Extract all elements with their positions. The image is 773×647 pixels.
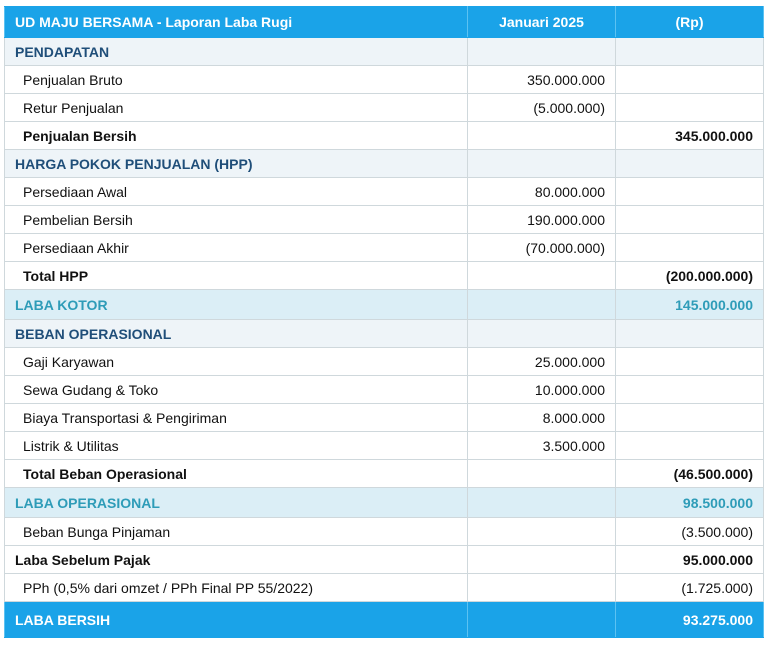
row-label[interactable]: Biaya Transportasi & Pengiriman (4, 403, 468, 432)
table-row: Persediaan Awal 80.000.000 (4, 177, 764, 206)
table-row: Total HPP (200.000.000) (4, 261, 764, 290)
row-label[interactable]: Persediaan Awal (4, 177, 468, 206)
row-label[interactable]: Persediaan Akhir (4, 233, 468, 262)
table-row: Sewa Gudang & Toko 10.000.000 (4, 375, 764, 404)
row-total[interactable]: 345.000.000 (615, 121, 764, 150)
row-total[interactable]: 98.500.000 (615, 487, 764, 518)
row-detail[interactable] (467, 261, 616, 290)
row-label[interactable]: Listrik & Utilitas (4, 431, 468, 460)
table-row: PENDAPATAN (4, 37, 764, 66)
table-row: Biaya Transportasi & Pengiriman 8.000.00… (4, 403, 764, 432)
row-total[interactable]: 145.000.000 (615, 289, 764, 320)
table-row: Laba Sebelum Pajak 95.000.000 (4, 545, 764, 574)
row-total[interactable] (615, 149, 764, 178)
row-total[interactable] (615, 431, 764, 460)
row-label[interactable]: BEBAN OPERASIONAL (4, 319, 468, 348)
row-label[interactable]: Gaji Karyawan (4, 347, 468, 376)
row-detail[interactable]: (5.000.000) (467, 93, 616, 122)
row-label[interactable]: Penjualan Bersih (4, 121, 468, 150)
row-total[interactable]: (46.500.000) (615, 459, 764, 488)
table-row: Retur Penjualan (5.000.000) (4, 93, 764, 122)
row-detail[interactable]: 25.000.000 (467, 347, 616, 376)
row-total[interactable]: (1.725.000) (615, 573, 764, 602)
row-detail[interactable] (467, 289, 616, 320)
row-label[interactable]: Beban Bunga Pinjaman (4, 517, 468, 546)
row-detail[interactable] (467, 37, 616, 66)
row-detail[interactable] (467, 601, 616, 638)
row-label[interactable]: LABA OPERASIONAL (4, 487, 468, 518)
row-detail[interactable]: (70.000.000) (467, 233, 616, 262)
row-label[interactable]: Retur Penjualan (4, 93, 468, 122)
row-detail[interactable]: 80.000.000 (467, 177, 616, 206)
row-total[interactable] (615, 37, 764, 66)
row-label[interactable]: LABA BERSIH (4, 601, 468, 638)
period-header[interactable]: Januari 2025 (467, 6, 616, 38)
row-total[interactable] (615, 347, 764, 376)
table-row: Pembelian Bersih 190.000.000 (4, 205, 764, 234)
row-label[interactable]: Pembelian Bersih (4, 205, 468, 234)
table-row: LABA KOTOR 145.000.000 (4, 289, 764, 320)
row-total[interactable] (615, 319, 764, 348)
row-total[interactable]: (3.500.000) (615, 517, 764, 546)
row-label[interactable]: PENDAPATAN (4, 37, 468, 66)
row-detail[interactable]: 8.000.000 (467, 403, 616, 432)
row-label[interactable]: Total HPP (4, 261, 468, 290)
table-row: PPh (0,5% dari omzet / PPh Final PP 55/2… (4, 573, 764, 602)
row-detail[interactable] (467, 545, 616, 574)
row-detail[interactable] (467, 459, 616, 488)
row-label[interactable]: Sewa Gudang & Toko (4, 375, 468, 404)
row-label[interactable]: Total Beban Operasional (4, 459, 468, 488)
row-total[interactable]: (200.000.000) (615, 261, 764, 290)
row-detail[interactable] (467, 487, 616, 518)
report-title[interactable]: UD MAJU BERSAMA - Laporan Laba Rugi (4, 6, 468, 38)
row-total[interactable]: 95.000.000 (615, 545, 764, 574)
row-detail[interactable] (467, 121, 616, 150)
row-total[interactable] (615, 375, 764, 404)
row-detail[interactable] (467, 149, 616, 178)
row-total[interactable] (615, 233, 764, 262)
row-label[interactable]: Laba Sebelum Pajak (4, 545, 468, 574)
row-detail[interactable] (467, 517, 616, 546)
table-row: Gaji Karyawan 25.000.000 (4, 347, 764, 376)
table-row: Total Beban Operasional (46.500.000) (4, 459, 764, 488)
row-label[interactable]: HARGA POKOK PENJUALAN (HPP) (4, 149, 468, 178)
row-detail[interactable]: 350.000.000 (467, 65, 616, 94)
net-profit-row: LABA BERSIH 93.275.000 (4, 601, 764, 638)
row-detail[interactable]: 190.000.000 (467, 205, 616, 234)
row-total[interactable] (615, 205, 764, 234)
row-total[interactable]: 93.275.000 (615, 601, 764, 638)
row-detail[interactable]: 3.500.000 (467, 431, 616, 460)
row-total[interactable] (615, 93, 764, 122)
table-row: Persediaan Akhir (70.000.000) (4, 233, 764, 262)
currency-header[interactable]: (Rp) (615, 6, 764, 38)
row-total[interactable] (615, 177, 764, 206)
row-total[interactable] (615, 403, 764, 432)
row-label[interactable]: PPh (0,5% dari omzet / PPh Final PP 55/2… (4, 573, 468, 602)
table-row: LABA OPERASIONAL 98.500.000 (4, 487, 764, 518)
table-row: Penjualan Bruto 350.000.000 (4, 65, 764, 94)
row-total[interactable] (615, 65, 764, 94)
table-row: Beban Bunga Pinjaman (3.500.000) (4, 517, 764, 546)
row-detail[interactable]: 10.000.000 (467, 375, 616, 404)
table-row: HARGA POKOK PENJUALAN (HPP) (4, 149, 764, 178)
row-detail[interactable] (467, 319, 616, 348)
income-statement-table: UD MAJU BERSAMA - Laporan Laba Rugi Janu… (4, 6, 764, 638)
row-detail[interactable] (467, 573, 616, 602)
row-label[interactable]: Penjualan Bruto (4, 65, 468, 94)
table-row: Listrik & Utilitas 3.500.000 (4, 431, 764, 460)
row-label[interactable]: LABA KOTOR (4, 289, 468, 320)
table-header-row: UD MAJU BERSAMA - Laporan Laba Rugi Janu… (4, 6, 764, 38)
table-row: Penjualan Bersih 345.000.000 (4, 121, 764, 150)
table-row: BEBAN OPERASIONAL (4, 319, 764, 348)
